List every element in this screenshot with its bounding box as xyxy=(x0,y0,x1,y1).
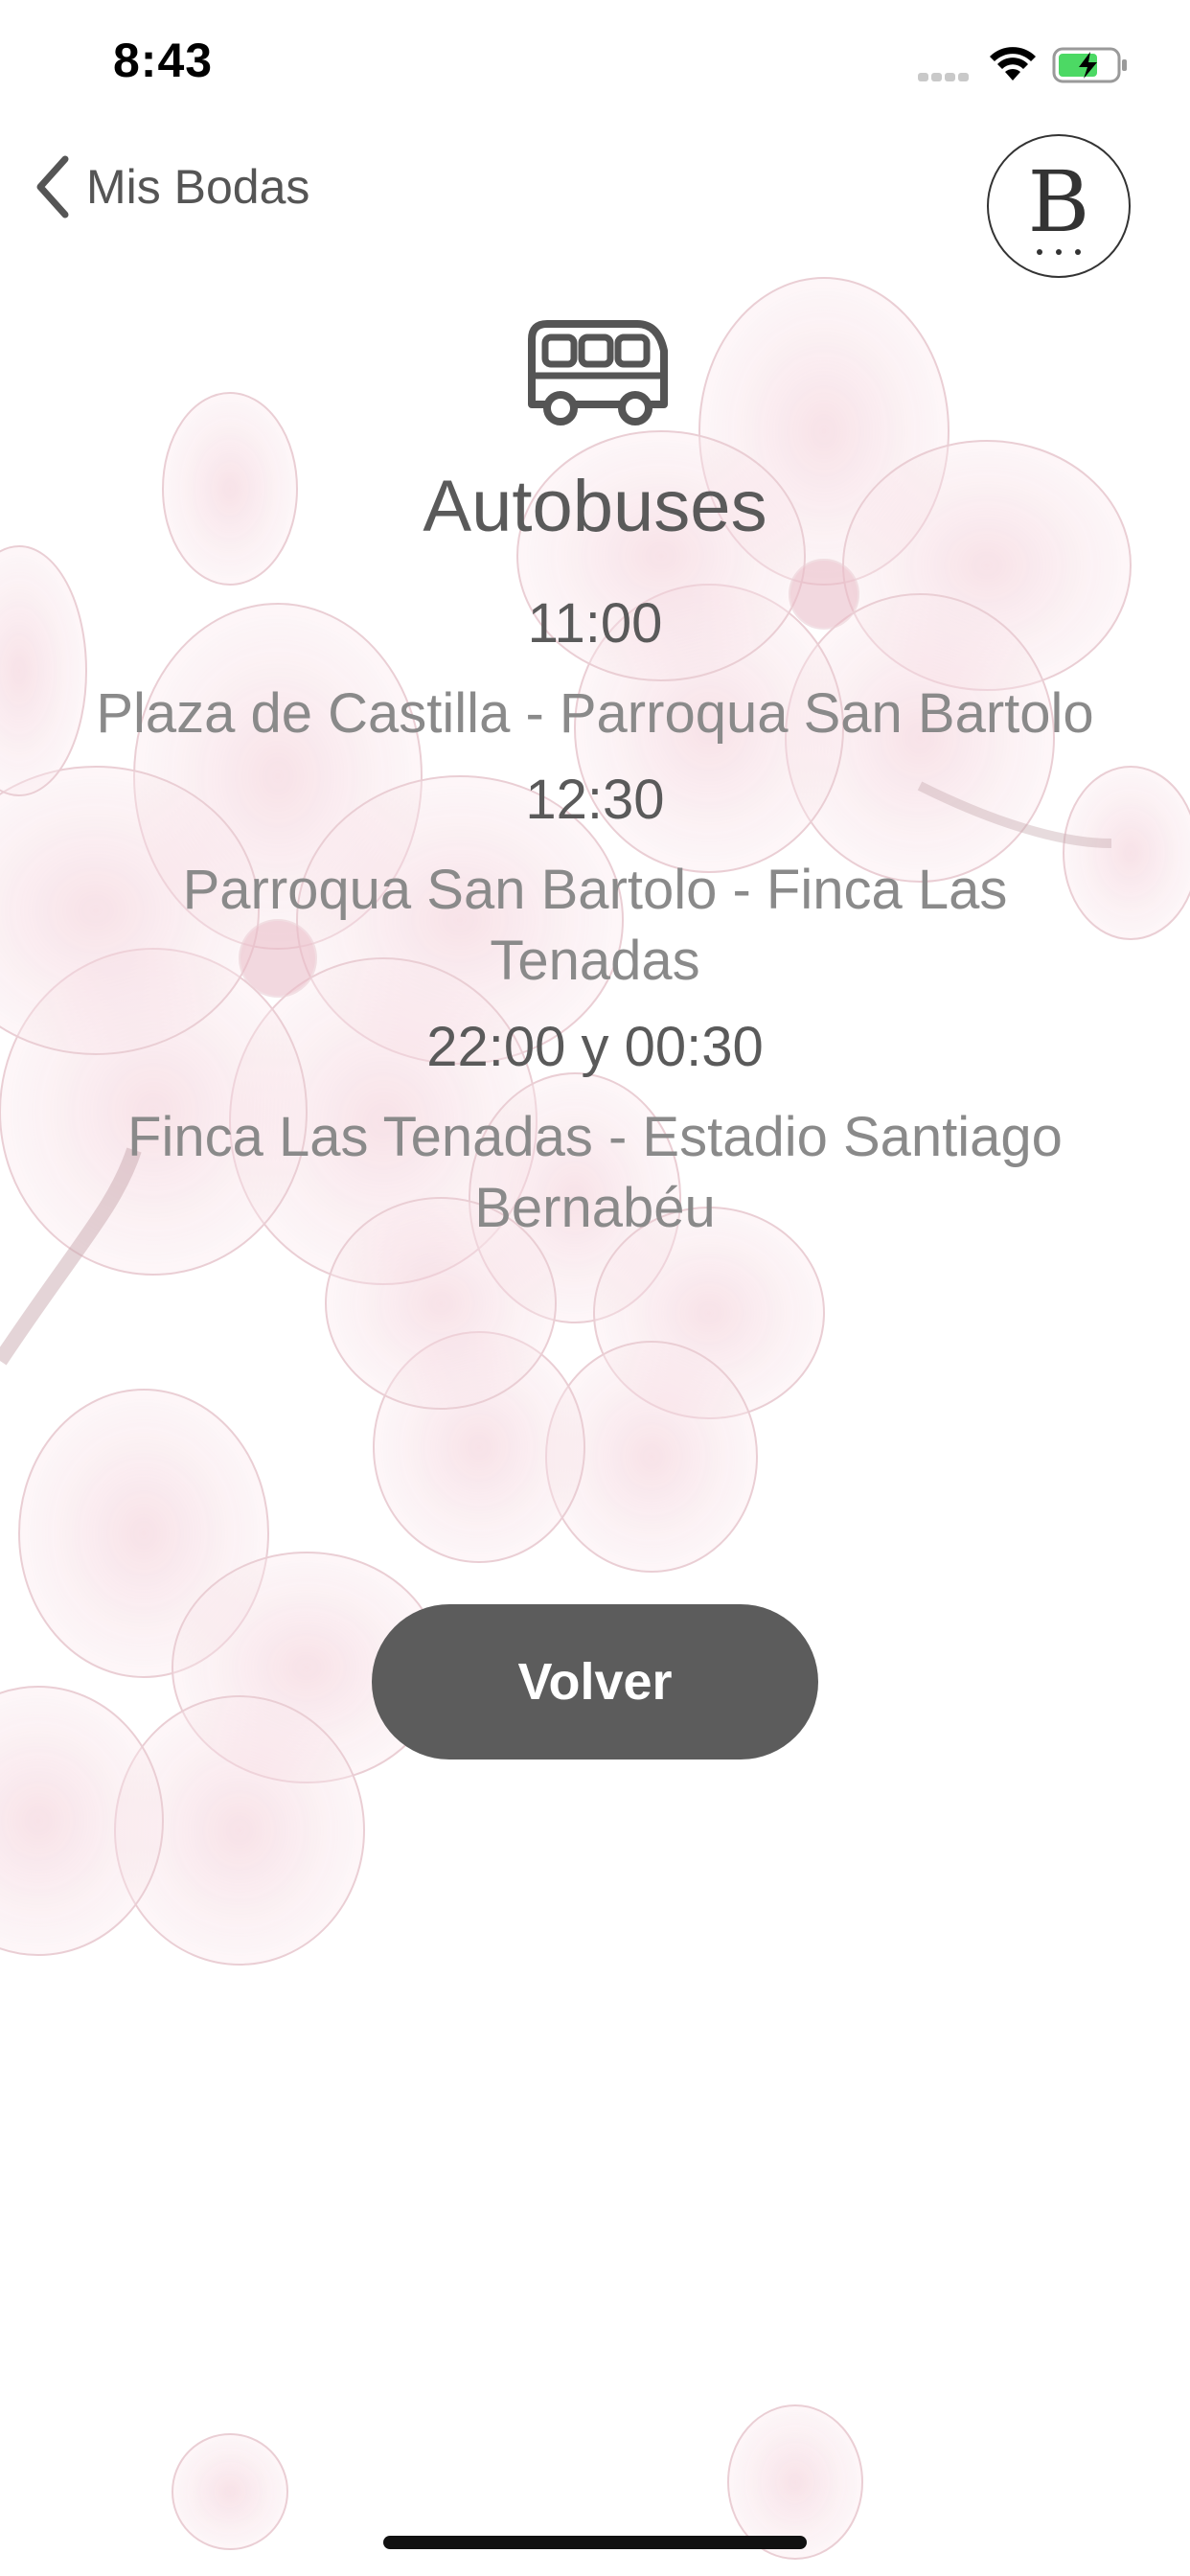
status-bar: 8:43 xyxy=(0,0,1190,126)
back-link[interactable]: Mis Bodas xyxy=(33,153,309,220)
departure-time: 22:00 y 00:30 xyxy=(426,1016,764,1078)
route-text: Parroqua San Bartolo - Finca Las Tenadas xyxy=(182,859,1008,992)
chevron-left-icon xyxy=(36,155,69,218)
logo-letter: B xyxy=(1027,152,1090,251)
route-text: Finca Las Tenadas - Estadio Santiago Ber… xyxy=(127,1106,1063,1239)
signal-icon xyxy=(918,69,972,86)
status-time: 8:43 xyxy=(113,34,214,87)
logo-dots xyxy=(1030,242,1087,260)
route-text: Plaza de Castilla - Parroqua San Bartolo xyxy=(96,682,1094,745)
home-indicator[interactable] xyxy=(383,2536,807,2549)
battery-charging-icon xyxy=(1052,47,1127,83)
bus-icon xyxy=(528,320,668,426)
back-link-label: Mis Bodas xyxy=(86,160,310,214)
volver-button[interactable]: Volver xyxy=(372,1604,818,1760)
departure-time: 11:00 xyxy=(527,592,663,655)
page-title: Autobuses xyxy=(423,466,767,547)
wifi-icon xyxy=(990,47,1036,80)
bus-schedule: Autobuses 11:00 Plaza de Castilla - Parr… xyxy=(0,316,1190,1244)
departure-time: 12:30 xyxy=(525,769,665,831)
brand-logo[interactable]: B xyxy=(987,134,1131,278)
